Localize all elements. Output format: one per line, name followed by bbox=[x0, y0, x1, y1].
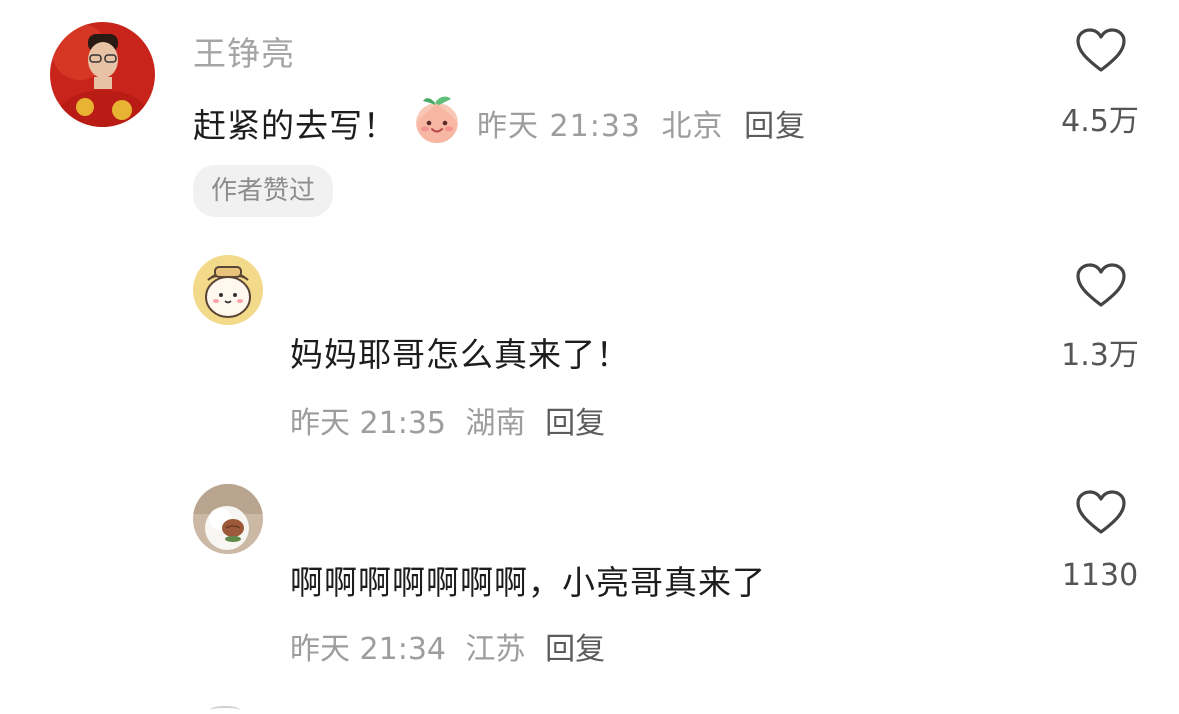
comment-text: 赶紧的去写！ bbox=[193, 106, 397, 145]
comment-location: 湖南 bbox=[465, 406, 526, 441]
comment-meta: 昨天 21:33 北京 回复 bbox=[477, 101, 806, 145]
reply-button[interactable]: 回复 bbox=[744, 109, 806, 144]
avatar[interactable] bbox=[193, 255, 263, 325]
like-count: 4.5万 bbox=[1061, 104, 1139, 139]
comment-text: 妈妈耶哥怎么真来了！ bbox=[290, 335, 630, 374]
username[interactable]: 王铮亮 bbox=[193, 27, 295, 75]
reply-button[interactable]: 回复 bbox=[545, 406, 605, 441]
comment-time: 昨天 21:35 bbox=[290, 406, 446, 441]
comment-location: 江苏 bbox=[465, 632, 526, 667]
comment-meta: 昨天 21:35 湖南 回复 bbox=[290, 398, 605, 442]
comment-3: 啊啊啊啊啊啊啊，小亮哥真来了 昨天 21:34 江苏 回复 1130 bbox=[0, 460, 1179, 712]
next-comment-avatar-peek bbox=[210, 706, 240, 714]
heart-icon[interactable] bbox=[1075, 490, 1127, 536]
author-liked-badge: 作者赞过 bbox=[193, 165, 334, 217]
like-count: 1.3万 bbox=[1061, 338, 1139, 373]
comment-time: 昨天 21:34 bbox=[290, 632, 446, 667]
peach-face-icon bbox=[411, 93, 463, 153]
heart-icon[interactable] bbox=[1075, 263, 1127, 309]
comment-text-row: 赶紧的去写！ 昨天 21:33 北京 回复 bbox=[193, 93, 806, 153]
comment-meta: 昨天 21:34 江苏 回复 bbox=[290, 624, 605, 668]
avatar[interactable] bbox=[193, 484, 263, 554]
comment-1: 王铮亮 赶紧的去写！ 昨天 21:33 北京 回复 作者赞过 4.5万 bbox=[0, 0, 1179, 230]
reply-button[interactable]: 回复 bbox=[545, 632, 605, 667]
comment-2: 妈妈耶哥怎么真来了！ 昨天 21:35 湖南 回复 1.3万 bbox=[0, 230, 1179, 460]
avatar[interactable] bbox=[50, 22, 155, 127]
like-count: 1130 bbox=[1061, 558, 1139, 593]
comment-text: 啊啊啊啊啊啊啊，小亮哥真来了 bbox=[290, 563, 766, 602]
heart-icon[interactable] bbox=[1075, 28, 1127, 74]
comment-location: 北京 bbox=[661, 109, 724, 144]
comment-time: 昨天 21:33 bbox=[477, 109, 641, 144]
